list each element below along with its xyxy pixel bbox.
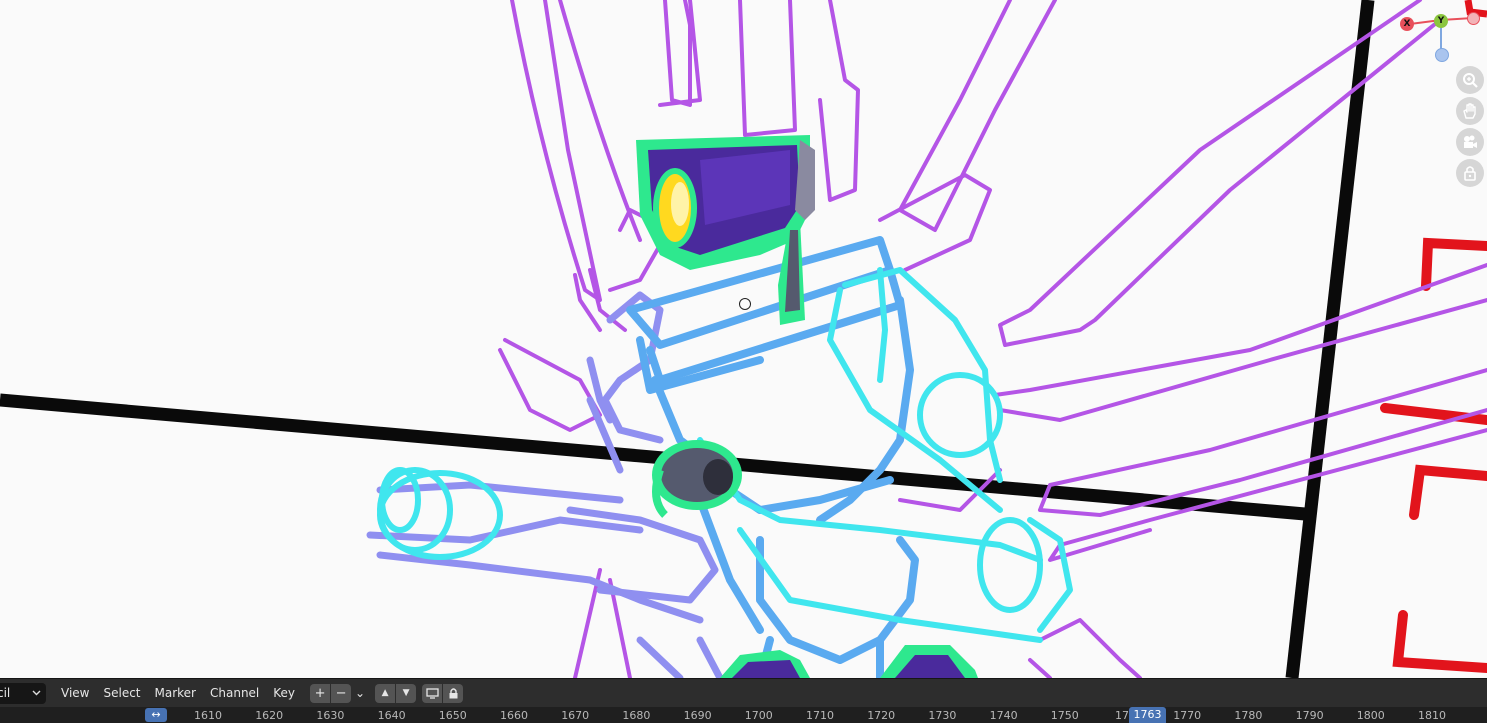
menu-key[interactable]: Key xyxy=(266,679,302,708)
lock-icon xyxy=(449,688,458,699)
lock-toggle-button[interactable] xyxy=(443,683,464,703)
frame-tick-label: 1650 xyxy=(438,709,467,722)
display-toggle-button[interactable] xyxy=(422,683,443,703)
camera-icon xyxy=(1464,135,1477,148)
frame-tick-label: 1700 xyxy=(744,709,773,722)
add-layer-button[interactable]: + xyxy=(310,683,331,703)
camera-view-button[interactable] xyxy=(1456,128,1484,156)
frame-tick-label: 1800 xyxy=(1356,709,1385,722)
zoom-icon xyxy=(1463,73,1478,88)
hand-pan-icon xyxy=(1463,103,1476,119)
frame-tick-label: 1740 xyxy=(989,709,1018,722)
frame-tick-label: 1690 xyxy=(683,709,712,722)
frame-tick-label: 1720 xyxy=(867,709,896,722)
gizmo-x-axis[interactable]: X xyxy=(1400,17,1414,31)
lock-camera-icon xyxy=(1464,166,1476,181)
current-frame-indicator[interactable]: 1763 xyxy=(1129,707,1166,723)
frame-tick-label: 1750 xyxy=(1050,709,1079,722)
move-layer-up-button[interactable]: ▲ xyxy=(375,683,396,703)
frame-tick-label: 1660 xyxy=(500,709,528,722)
grease-pencil-viewport[interactable]: X Y xyxy=(0,0,1487,678)
frame-tick-label: 1640 xyxy=(377,709,406,722)
move-layer-down-button[interactable]: ▼ xyxy=(396,683,417,703)
frame-tick-label: 1730 xyxy=(928,709,957,722)
monitor-icon xyxy=(425,687,439,699)
frame-ruler[interactable]: ↔ 1610 1620 1630 1640 1650 1660 1670 1680 1690 17… xyxy=(0,707,1487,723)
frame-tick-label: 1780 xyxy=(1234,709,1263,722)
move-layer-buttons: ▲ ▼ xyxy=(375,683,417,703)
gizmo-y-label: Y xyxy=(1437,16,1445,26)
frame-tick-label: 1770 xyxy=(1173,709,1202,722)
frame-tick-label: 1630 xyxy=(316,709,345,722)
frame-tick-label: 1670 xyxy=(561,709,590,722)
layer-specials-dropdown[interactable]: ⌄ xyxy=(351,684,369,703)
drawing-canvas[interactable] xyxy=(0,0,1487,678)
frame-tick-label: 1810 xyxy=(1418,709,1446,722)
remove-layer-button[interactable]: − xyxy=(331,683,352,703)
fit-view-button[interactable]: ↔ xyxy=(145,708,167,722)
gizmo-y-axis[interactable]: Y xyxy=(1434,14,1448,28)
lamp-head-drawing xyxy=(636,135,815,325)
chevron-down-icon xyxy=(32,690,41,696)
timeline-header: cil View Select Marker Channel Key + − ⌄… xyxy=(0,678,1487,707)
menu-channel[interactable]: Channel xyxy=(203,679,266,708)
frame-tick-label: 1610 xyxy=(194,709,222,722)
lock-camera-button[interactable] xyxy=(1456,159,1484,187)
gizmo-x-negative[interactable] xyxy=(1467,12,1480,25)
pan-button[interactable] xyxy=(1456,97,1484,125)
feet-drawing xyxy=(720,645,978,678)
frame-tick-label: 1620 xyxy=(255,709,284,722)
gizmo-z-negative[interactable] xyxy=(1435,48,1449,62)
frame-tick-label: 1710 xyxy=(806,709,834,722)
frame-tick-label: 1680 xyxy=(622,709,651,722)
mode-select[interactable]: cil xyxy=(0,682,46,704)
mode-select-value: cil xyxy=(0,686,11,700)
green-knob-drawing xyxy=(652,440,742,518)
layer-buttons: + − xyxy=(310,683,352,703)
menu-marker[interactable]: Marker xyxy=(148,679,203,708)
frame-tick-label: 17 xyxy=(1115,709,1129,722)
frame-tick-label: 1790 xyxy=(1295,709,1324,722)
brush-cursor xyxy=(739,298,751,310)
safe-area-brackets xyxy=(1380,237,1487,673)
gizmo-x-label: X xyxy=(1403,19,1411,29)
visibility-buttons xyxy=(422,683,464,703)
menu-select[interactable]: Select xyxy=(96,679,147,708)
menu-view[interactable]: View xyxy=(54,679,96,708)
purple-sketch-strokes xyxy=(498,0,1487,678)
zoom-button[interactable] xyxy=(1456,66,1484,94)
